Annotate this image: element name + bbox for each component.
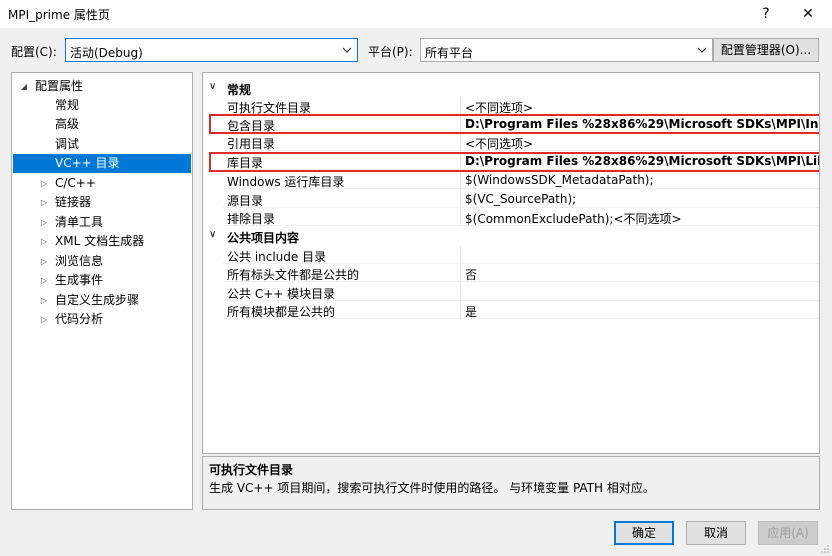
description-text: 生成 VC++ 项目期间，搜索可执行文件时使用的路径。 与环境变量 PATH 相… — [209, 481, 655, 495]
column-divider[interactable] — [460, 190, 461, 208]
property-tree: ◢ 配置属性 常规 高级 调试 VC++ 目录 ▷ C/C++ ▷ 链接器 ▷ … — [11, 72, 193, 510]
highlight-library-directories — [209, 152, 819, 172]
tree-item-xml-doc-generator[interactable]: ▷ XML 文档生成器 — [13, 232, 191, 251]
property-row-public-cpp-module-directories[interactable]: 公共 C++ 模块目录 — [203, 283, 819, 301]
expanded-arrow-icon[interactable]: ◢ — [19, 77, 29, 96]
column-divider[interactable] — [460, 246, 461, 264]
configuration-manager-button[interactable]: 配置管理器(O)... — [713, 38, 819, 62]
property-value[interactable]: $(WindowsSDK_MetadataPath); — [465, 173, 819, 187]
property-row-public-include-directories[interactable]: 公共 include 目录 — [203, 246, 819, 264]
highlight-include-directories — [209, 114, 819, 134]
collapse-caret-icon[interactable]: ∨ — [209, 229, 216, 240]
property-row-reference-directories[interactable]: 引用目录 <不同选项> — [203, 133, 819, 151]
platform-label: 平台(P): — [368, 45, 413, 59]
config-dropdown-value: 活动(Debug) — [70, 46, 143, 60]
cancel-button[interactable]: 取消 — [686, 521, 746, 545]
tree-item-vc-directories[interactable]: VC++ 目录 — [13, 154, 191, 173]
tree-item-linker[interactable]: ▷ 链接器 — [13, 193, 191, 212]
property-row-source-directories[interactable]: 源目录 $(VC_SourcePath); — [203, 190, 819, 208]
collapsed-arrow-icon[interactable]: ▷ — [39, 174, 49, 193]
ok-button[interactable]: 确定 — [614, 521, 674, 545]
tree-item-label: C/C++ — [55, 176, 96, 190]
title-bar: MPI_prime 属性页 ? ✕ — [0, 0, 832, 28]
tree-item-custom-build-step[interactable]: ▷ 自定义生成步骤 — [13, 291, 191, 310]
property-value[interactable]: $(VC_SourcePath); — [465, 192, 819, 206]
tree-item-label: 常规 — [55, 98, 80, 112]
tree-item-label: 调试 — [55, 137, 80, 151]
row-divider — [223, 150, 819, 151]
row-divider — [223, 225, 819, 226]
window-title: MPI_prime 属性页 — [8, 8, 110, 22]
platform-dropdown-value: 所有平台 — [425, 46, 474, 60]
help-button[interactable]: ? — [748, 2, 784, 26]
column-divider[interactable] — [460, 208, 461, 226]
category-general[interactable]: ∨ 常规 — [203, 79, 819, 97]
property-row-all-modules-public[interactable]: 所有模块都是公共的 是 — [203, 301, 819, 319]
property-row-executable-directories[interactable]: 可执行文件目录 <不同选项> — [203, 97, 819, 115]
tree-item-browse-information[interactable]: ▷ 浏览信息 — [13, 252, 191, 271]
collapsed-arrow-icon[interactable]: ▷ — [39, 310, 49, 329]
tree-item-label: 自定义生成步骤 — [55, 293, 140, 307]
collapsed-arrow-icon[interactable]: ▷ — [39, 271, 49, 290]
close-button[interactable]: ✕ — [790, 2, 826, 26]
config-label: 配置(C): — [11, 45, 57, 59]
collapsed-arrow-icon[interactable]: ▷ — [39, 232, 49, 251]
column-divider[interactable] — [460, 264, 461, 282]
tree-item-label: 浏览信息 — [55, 254, 104, 268]
tree-item-label: 生成事件 — [55, 273, 104, 287]
column-divider[interactable] — [460, 133, 461, 151]
apply-button[interactable]: 应用(A) — [758, 521, 818, 545]
chevron-down-icon — [342, 47, 352, 53]
column-divider[interactable] — [460, 97, 461, 115]
tree-item-label: 链接器 — [55, 195, 92, 209]
property-grid: ∨ 常规 可执行文件目录 <不同选项> 包含目录 D:\Program File… — [202, 72, 820, 454]
configuration-toolbar: 配置(C): 活动(Debug) 平台(P): 所有平台 配置管理器(O)... — [0, 38, 832, 62]
row-divider — [223, 281, 819, 282]
collapsed-arrow-icon[interactable]: ▷ — [39, 193, 49, 212]
tree-item-manifest-tool[interactable]: ▷ 清单工具 — [13, 213, 191, 232]
tree-item-debugging[interactable]: 调试 — [13, 135, 191, 154]
row-divider — [223, 318, 819, 319]
property-row-exclude-directories[interactable]: 排除目录 $(CommonExcludePath);<不同选项> — [203, 208, 819, 226]
tree-item-general[interactable]: 常规 — [13, 96, 191, 115]
property-row-all-headers-public[interactable]: 所有标头文件都是公共的 否 — [203, 264, 819, 282]
description-pane: 可执行文件目录 生成 VC++ 项目期间，搜索可执行文件时使用的路径。 与环境变… — [202, 456, 820, 510]
collapsed-arrow-icon[interactable]: ▷ — [39, 291, 49, 310]
tree-item-code-analysis[interactable]: ▷ 代码分析 — [13, 310, 191, 329]
collapsed-arrow-icon[interactable]: ▷ — [39, 252, 49, 271]
column-divider[interactable] — [460, 171, 461, 189]
tree-item-label: XML 文档生成器 — [55, 234, 145, 248]
collapse-caret-icon[interactable]: ∨ — [209, 81, 216, 92]
tree-item-c-cpp[interactable]: ▷ C/C++ — [13, 174, 191, 193]
category-name: 公共项目内容 — [227, 231, 300, 245]
chevron-down-icon — [697, 47, 707, 53]
tree-item-label: 配置属性 — [35, 79, 84, 93]
column-divider[interactable] — [460, 283, 461, 301]
tree-item-advanced[interactable]: 高级 — [13, 115, 191, 134]
collapsed-arrow-icon[interactable]: ▷ — [39, 213, 49, 232]
category-public-project-content[interactable]: ∨ 公共项目内容 — [203, 227, 819, 245]
tree-item-build-events[interactable]: ▷ 生成事件 — [13, 271, 191, 290]
tree-item-configuration-properties[interactable]: ◢ 配置属性 — [13, 77, 191, 96]
tree-item-label: 代码分析 — [55, 312, 104, 326]
resize-grip-icon[interactable] — [820, 544, 830, 554]
row-divider — [223, 188, 819, 189]
property-row-windows-runtime-directories[interactable]: Windows 运行库目录 $(WindowsSDK_MetadataPath)… — [203, 171, 819, 189]
platform-dropdown[interactable]: 所有平台 — [420, 38, 713, 62]
tree-item-label: 高级 — [55, 117, 80, 131]
category-name: 常规 — [227, 83, 252, 97]
column-divider[interactable] — [460, 301, 461, 319]
tree-item-label: 清单工具 — [55, 215, 104, 229]
config-dropdown[interactable]: 活动(Debug) — [65, 38, 358, 62]
description-title: 可执行文件目录 — [209, 463, 294, 477]
tree-item-label: VC++ 目录 — [55, 156, 120, 170]
